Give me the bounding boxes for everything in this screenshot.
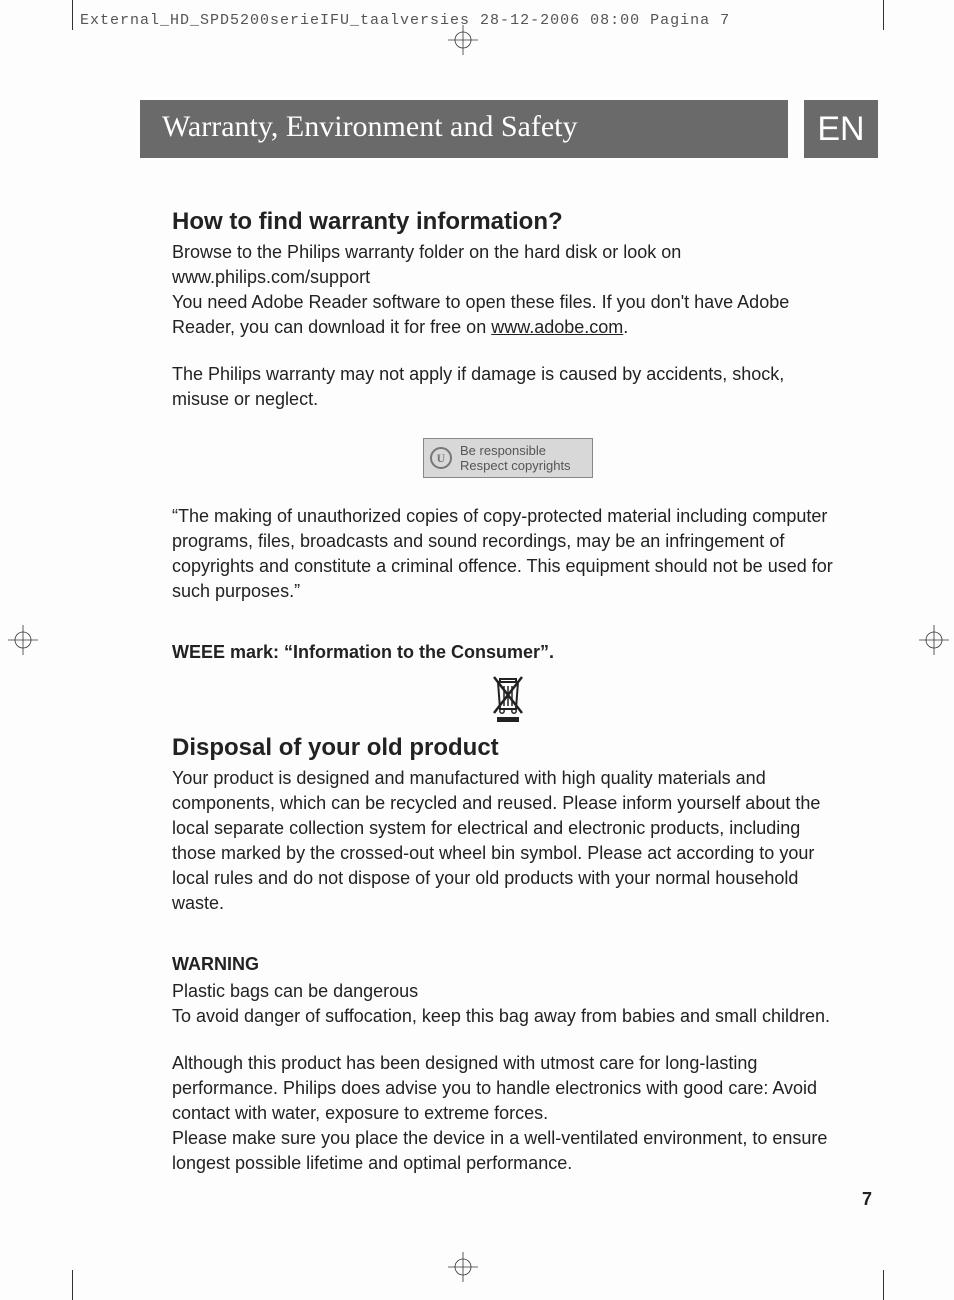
copyright-text: Be responsible Respect copyrights	[460, 443, 571, 473]
paragraph: The Philips warranty may not apply if da…	[172, 362, 844, 412]
title-row: Warranty, Environment and Safety EN	[172, 100, 842, 158]
paragraph: Browse to the Philips warranty folder on…	[172, 240, 844, 290]
crop-mark	[883, 1270, 884, 1300]
heading-warranty: How to find warranty information?	[172, 208, 844, 236]
crop-mark	[72, 0, 73, 30]
copyright-box: U Be responsible Respect copyrights	[423, 438, 593, 478]
paragraph: You need Adobe Reader software to open t…	[172, 290, 844, 340]
page-number: 7	[862, 1189, 872, 1210]
registration-mark-icon	[919, 625, 949, 655]
text: You need Adobe Reader software to open t…	[172, 292, 789, 337]
page-title-bar: Warranty, Environment and Safety	[140, 100, 788, 158]
page-content: Warranty, Environment and Safety EN How …	[172, 100, 842, 1176]
text: Be responsible	[460, 443, 546, 458]
weee-bin-icon	[172, 673, 844, 728]
print-slug-header: External_HD_SPD5200serieIFU_taalversies …	[80, 12, 730, 29]
heading-weee: WEEE mark: “Information to the Consumer”…	[172, 642, 844, 663]
language-badge: EN	[804, 100, 878, 158]
paragraph: Plastic bags can be dangerous	[172, 979, 844, 1004]
crop-mark	[72, 1270, 73, 1300]
paragraph: Please make sure you place the device in…	[172, 1126, 844, 1176]
copyright-icon: U	[430, 447, 452, 469]
body-content: How to find warranty information? Browse…	[172, 208, 844, 1176]
registration-mark-icon	[448, 25, 478, 55]
paragraph-copyright-quote: “The making of unauthorized copies of co…	[172, 504, 844, 604]
adobe-link[interactable]: www.adobe.com	[491, 317, 623, 337]
registration-mark-icon	[8, 625, 38, 655]
text: .	[623, 317, 628, 337]
paragraph: To avoid danger of suffocation, keep thi…	[172, 1004, 844, 1029]
heading-disposal: Disposal of your old product	[172, 734, 844, 762]
paragraph: Although this product has been designed …	[172, 1051, 844, 1126]
crop-mark	[883, 0, 884, 30]
registration-mark-icon	[448, 1252, 478, 1282]
paragraph: Your product is designed and manufacture…	[172, 766, 844, 916]
text: Respect copyrights	[460, 458, 571, 473]
heading-warning: WARNING	[172, 954, 844, 975]
